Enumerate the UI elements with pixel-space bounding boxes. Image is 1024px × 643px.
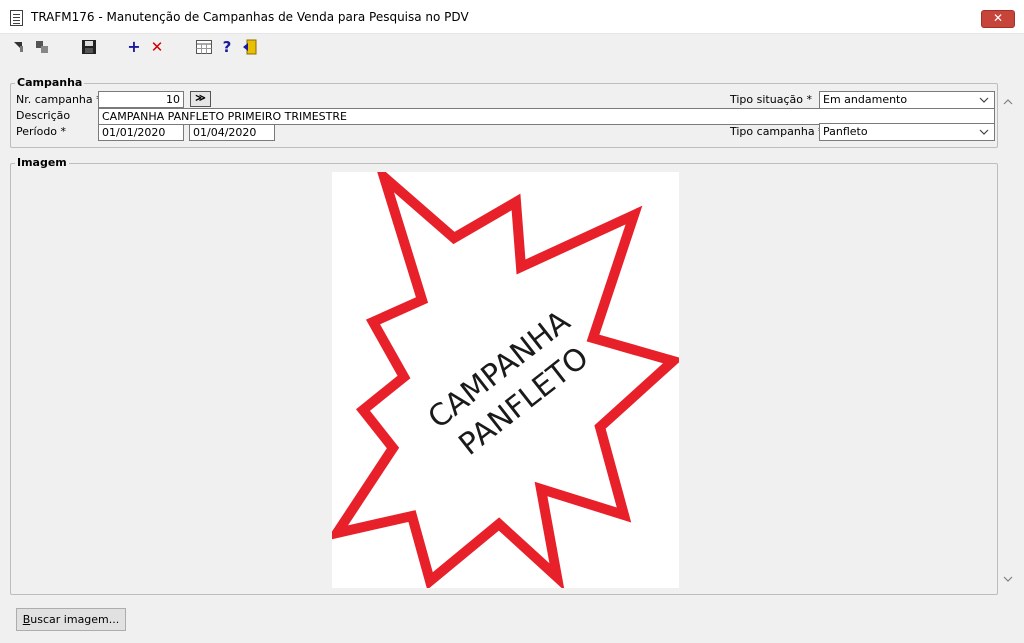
nr-campanha-label: Nr. campanha * xyxy=(16,93,102,106)
app-window: TRAFM176 - Manutenção de Campanhas de Ve… xyxy=(0,0,1024,643)
buscar-imagem-button[interactable]: Buscar imagem... xyxy=(16,608,126,631)
chevron-down-icon xyxy=(979,129,989,135)
tipo-situacao-select[interactable]: Em andamento xyxy=(819,91,995,109)
document-icon xyxy=(10,10,23,26)
nr-campanha-field[interactable]: 10 xyxy=(98,91,184,108)
help-icon[interactable]: ? xyxy=(218,38,236,56)
arrow-back-icon[interactable] xyxy=(10,38,28,56)
scroll-up-icon[interactable] xyxy=(1002,96,1014,108)
scroll-down-icon[interactable] xyxy=(1002,573,1014,585)
tipo-situacao-value: Em andamento xyxy=(823,93,908,106)
campaign-image: CAMPANHA PANFLETO xyxy=(325,161,684,591)
periodo-inicio-field[interactable]: 01/01/2020 xyxy=(98,124,184,141)
tipo-campanha-label: Tipo campanha * xyxy=(730,125,824,138)
tipo-situacao-label: Tipo situação * xyxy=(730,93,812,106)
exit-door-icon[interactable] xyxy=(241,38,259,56)
title-bar: TRAFM176 - Manutenção de Campanhas de Ve… xyxy=(0,0,1024,34)
delete-x-icon[interactable]: ✕ xyxy=(148,38,166,56)
arrow-forward-icon[interactable] xyxy=(33,38,51,56)
descricao-label: Descrição xyxy=(16,109,71,122)
periodo-label: Período * xyxy=(16,125,67,138)
tipo-campanha-value: Panfleto xyxy=(823,125,868,138)
periodo-fim-field[interactable]: 01/04/2020 xyxy=(189,124,275,141)
toolbar: + ✕ ? xyxy=(0,34,1024,60)
chevron-down-icon xyxy=(979,97,989,103)
campanha-legend: Campanha xyxy=(15,76,85,89)
imagem-legend: Imagem xyxy=(15,156,69,169)
lookup-button[interactable]: ≫ xyxy=(190,91,211,107)
tipo-campanha-select[interactable]: Panfleto xyxy=(819,123,995,141)
close-button[interactable]: ✕ xyxy=(981,10,1015,28)
window-title: TRAFM176 - Manutenção de Campanhas de Ve… xyxy=(31,10,469,24)
starburst-graphic: CAMPANHA PANFLETO xyxy=(325,161,684,591)
floppy-disk-icon[interactable] xyxy=(80,38,98,56)
calendar-grid-icon[interactable] xyxy=(195,38,213,56)
plus-icon[interactable]: + xyxy=(125,38,143,56)
